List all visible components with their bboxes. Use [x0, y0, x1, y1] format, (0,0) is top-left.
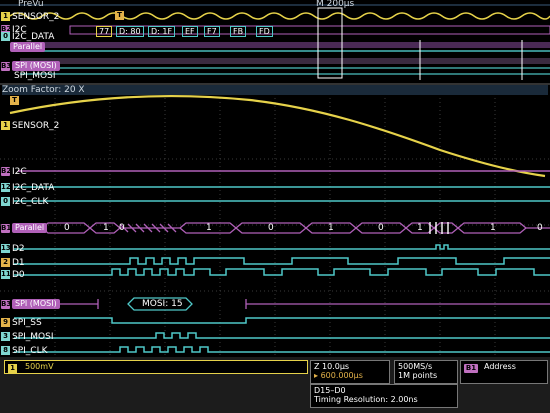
zoom-spi-marker[interactable]: B3: [1, 300, 11, 309]
zoom-spi-ss-label: SPI_SS: [12, 318, 42, 328]
parallel-value: 0: [268, 223, 274, 233]
decode-packet: F7: [204, 26, 220, 37]
ch1-scale-readout[interactable]: 1 500mV: [4, 360, 308, 374]
prevu-label: PreVu: [18, 0, 44, 9]
zoom-spi-mosi-marker[interactable]: 3: [1, 332, 10, 341]
record-length: 1M points: [398, 371, 438, 380]
zoom-i2c-marker[interactable]: B2: [1, 167, 11, 176]
acquisition-readout[interactable]: 500MS/s 1M points: [394, 360, 458, 384]
zoom-d0-marker[interactable]: 11: [1, 270, 11, 279]
waveform-canvas: [0, 0, 550, 357]
spi-decode-label: MOSI: 15: [142, 299, 183, 309]
overview-i2c-data-marker[interactable]: 0: [1, 32, 10, 41]
decode-packet: FD: [256, 26, 273, 37]
zoom-spi-mosi-label: SPI_MOSI: [12, 332, 54, 342]
ch1-scale-value: 500mV: [25, 362, 54, 371]
zoom-d0-label: D0: [12, 270, 25, 280]
sample-rate: 500MS/s: [398, 362, 433, 371]
zoom-i2c-data-label: I2C_DATA: [12, 183, 55, 193]
trigger-label: Address: [484, 362, 516, 371]
zoom-d1-label: D1: [12, 258, 25, 268]
zoom-factor-label: Zoom Factor: 20 X: [2, 85, 548, 95]
decode-packet: FB: [230, 26, 247, 37]
zoom-i2c-clk-marker[interactable]: 0: [1, 197, 10, 206]
decode-packet: D: 1F: [148, 26, 176, 37]
zoom-i2c-data-marker[interactable]: 12: [1, 183, 11, 192]
ch1-scale-marker: 1: [8, 364, 17, 373]
parallel-value: 0: [64, 223, 70, 233]
parallel-value: 1: [328, 223, 334, 233]
trigger-position-icon: ▸: [314, 371, 319, 380]
parallel-value: 1: [206, 223, 212, 233]
timing-resolution: Timing Resolution: 2.00ns: [314, 395, 418, 404]
zoom-d2-label: D2: [12, 244, 25, 254]
zoom-parallel-marker[interactable]: B1: [1, 224, 11, 233]
oscilloscope-display: PreVu M 200µs Zoom Factor: 20 X T T 1 SE…: [0, 0, 550, 413]
zoom-spi-tag[interactable]: SPI (MOSI): [12, 299, 60, 309]
trigger-bus-marker: B1: [464, 364, 478, 373]
zoom-ch1-marker[interactable]: 1: [1, 121, 10, 130]
zoom-spi-ss-marker[interactable]: 9: [1, 318, 10, 327]
horizontal-readout[interactable]: Z 10.0µs ▸ 600.000µs: [310, 360, 390, 384]
zoom-trigger-marker-icon: T: [10, 96, 19, 105]
overview-bus-activity: [20, 40, 550, 80]
trigger-readout[interactable]: B1 Address: [460, 360, 548, 384]
timebase-label: M 200µs: [316, 0, 355, 9]
zoom-i2c-clk-label: I2C_CLK: [12, 197, 49, 207]
decode-packet: EF: [182, 26, 198, 37]
overview-ch1-label: SENSOR_2: [12, 12, 60, 22]
zoom-i2c-label: I2C: [12, 167, 27, 177]
zoom-parallel-tag[interactable]: Parallel: [12, 223, 48, 233]
zoom-spi-clk-marker[interactable]: 8: [1, 346, 10, 355]
status-bar: 1 500mV Z 10.0µs ▸ 600.000µs 500MS/s 1M p…: [0, 357, 550, 413]
parallel-value: 0: [537, 223, 543, 233]
parallel-value: 1: [490, 223, 496, 233]
overview-spi-marker[interactable]: B3: [1, 62, 11, 71]
parallel-value: 1: [103, 223, 109, 233]
zoom-d2-marker[interactable]: 13: [1, 244, 11, 253]
overview-parallel-tag[interactable]: Parallel: [10, 42, 46, 52]
horizontal-position: 600.000µs: [320, 371, 363, 380]
digital-range: D15–D0: [314, 386, 346, 395]
zoom-d1-marker[interactable]: 2: [1, 258, 10, 267]
zoom-spi-clk-label: SPI_CLK: [12, 346, 48, 356]
overview-spi-tag[interactable]: SPI (MOSI): [12, 61, 60, 71]
horizontal-scale: Z 10.0µs: [314, 362, 350, 371]
overview-ch1-marker[interactable]: 1: [1, 12, 10, 21]
parallel-value: 0: [119, 223, 125, 233]
decode-packet: D: 80: [116, 26, 144, 37]
decode-packet: 77: [96, 26, 113, 37]
parallel-value: 1: [417, 223, 423, 233]
parallel-value: 0: [378, 223, 384, 233]
overview-i2c-data-label: I2C_DATA: [12, 32, 55, 42]
overview-spi-mosi-label: SPI_MOSI: [14, 71, 56, 81]
trigger-marker-icon: T: [115, 11, 124, 20]
zoom-ch1-label: SENSOR_2: [12, 121, 60, 131]
digital-readout[interactable]: D15–D0 Timing Resolution: 2.00ns: [310, 384, 458, 408]
